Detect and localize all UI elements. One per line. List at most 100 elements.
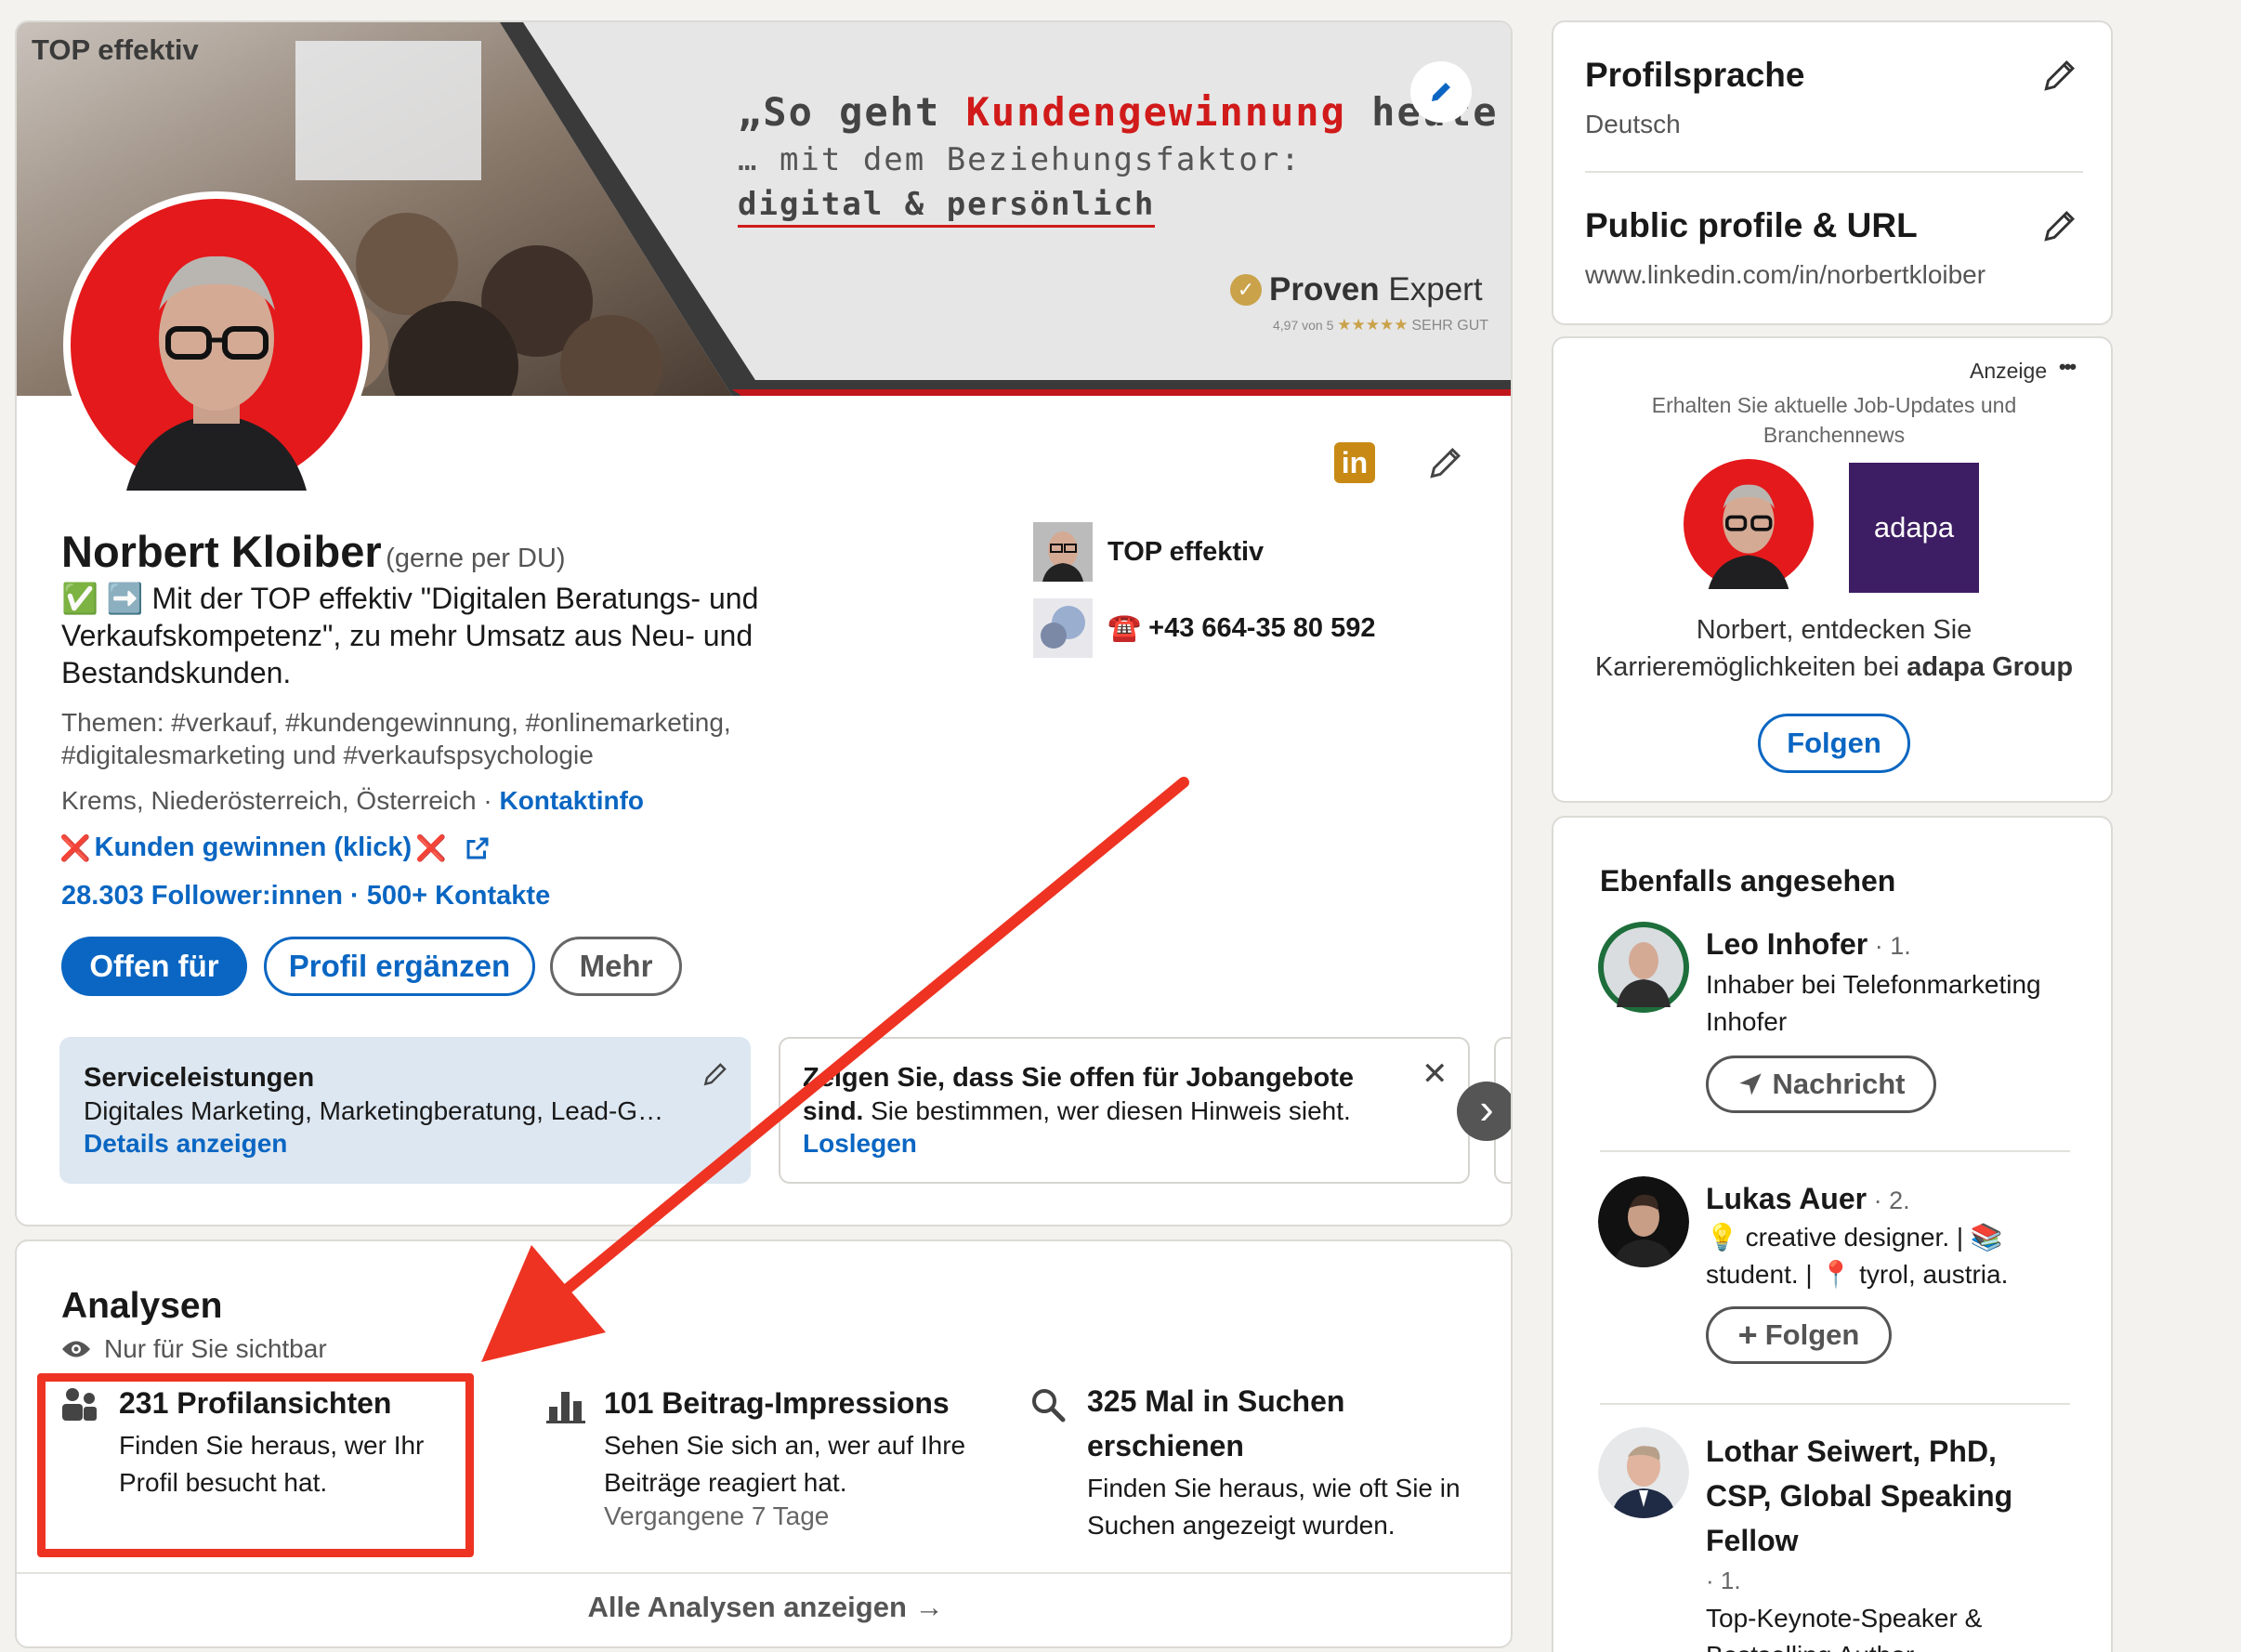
bar-chart-icon (546, 1392, 585, 1423)
rating-small: 4,97 von 5 (1273, 318, 1334, 333)
profile-avatar[interactable] (63, 191, 370, 498)
headline-text: Mit der TOP effektiv "Digitalen Beratung… (61, 582, 759, 689)
linkedin-badge-button[interactable]: in (1334, 442, 1375, 483)
edit-services-button[interactable] (697, 1055, 734, 1093)
profile-language-value: Deutsch (1585, 110, 1681, 138)
contact-info-link[interactable]: Kontaktinfo (499, 786, 644, 815)
connections-link[interactable]: · 500+ Kontakte (343, 881, 550, 911)
edit-language-button[interactable] (2037, 52, 2083, 98)
banner-quote-open: „So geht (738, 89, 966, 135)
ad-text: Norbert, entdecken Sie Karrieremöglichke… (1572, 611, 2096, 686)
banner-quote-highlight: Kundengewinnung (965, 89, 1346, 135)
jobs-start-link[interactable]: Loslegen (803, 1129, 917, 1159)
analytics-item-title: 101 Beitrag-Impressions (604, 1386, 950, 1420)
more-button[interactable]: Mehr (550, 937, 682, 996)
carousel-next-button[interactable]: › (1457, 1082, 1511, 1141)
proven-bold: Proven (1269, 271, 1380, 308)
followers-link[interactable]: 28.303 Follower:innen (61, 881, 343, 911)
follow-button-label: Folgen (1764, 1318, 1860, 1351)
annotation-highlight-box (37, 1373, 474, 1557)
message-button-label: Nachricht (1772, 1068, 1906, 1100)
complete-profile-button[interactable]: Profil ergänzen (264, 937, 535, 996)
avatar-photo (71, 199, 362, 491)
show-all-analytics-link[interactable]: Alle Analysen anzeigen → (17, 1591, 1511, 1624)
edit-banner-button[interactable] (1410, 61, 1472, 123)
ad-follow-button[interactable]: Folgen (1758, 714, 1910, 773)
profile-name-row: Norbert Kloiber (gerne per DU) (61, 526, 566, 577)
banner-quote: „So geht Kundengewinnung heute (738, 89, 1499, 135)
external-link-icon (466, 837, 489, 859)
person-name: Lukas Auer (1706, 1182, 1868, 1215)
pencil-icon (2044, 59, 2076, 91)
follow-button[interactable]: + Folgen (1706, 1306, 1892, 1364)
profile-headline: ✅ ➡️ Mit der TOP effektiv "Digitalen Ber… (61, 580, 805, 691)
chevron-right-icon: › (1479, 1084, 1494, 1133)
network-row: 28.303 Follower:innen · 500+ Kontakte (61, 881, 550, 911)
analytics-item-search[interactable]: 325 Mal in Suchen erschienen Finden Sie … (1029, 1384, 1494, 1554)
edit-profile-button[interactable] (1420, 437, 1472, 489)
edit-url-button[interactable] (2037, 203, 2083, 249)
pencil-icon (1430, 447, 1461, 479)
analytics-item-desc: Sehen Sie sich an, wer auf Ihre Beiträge… (604, 1431, 966, 1497)
profile-settings-card: Profilsprache Deutsch Public profile & U… (1552, 20, 2113, 325)
ad-user-avatar (1684, 459, 1814, 589)
send-icon (1738, 1073, 1762, 1095)
red-x-icon: ❌ (415, 833, 447, 862)
person-avatar[interactable] (1598, 1427, 1689, 1518)
ad-logo-text: adapa (1873, 511, 1955, 544)
ad-menu-icon[interactable]: ••• (2059, 355, 2077, 379)
person-avatar[interactable] (1598, 1176, 1689, 1267)
plus-icon: + (1737, 1316, 1758, 1354)
analytics-item-title: 325 Mal in Suchen erschienen (1087, 1384, 1345, 1462)
person-photo (1598, 1427, 1689, 1518)
pencil-icon (2044, 210, 2076, 242)
proven-light: Expert (1388, 271, 1483, 308)
person-avatar[interactable] (1598, 922, 1689, 1013)
linkedin-icon: in (1341, 445, 1369, 479)
custom-button-logo (1033, 598, 1093, 658)
phone-icon: ☎️ (1107, 613, 1142, 643)
visibility-text: Nur für Sie sichtbar (104, 1334, 327, 1363)
person-name[interactable]: Lothar Seiwert, PhD, CSP, Global Speakin… (1706, 1429, 2040, 1563)
website-link[interactable]: Kunden gewinnen (klick) (95, 833, 413, 863)
profile-card: TOP effektiv „So geht Kundengewinnung he… (15, 20, 1513, 1226)
person-desc: Inhaber bei Telefonmarketing Inhofer (1706, 970, 2041, 1036)
website-link-row[interactable]: ❌ Kunden gewinnen (klick) ❌ (59, 833, 491, 863)
red-x-icon: ❌ (59, 833, 91, 862)
services-box[interactable]: Serviceleistungen Digitales Marketing, M… (59, 1037, 751, 1184)
analytics-title: Analysen (61, 1286, 223, 1326)
person-degree: · 1. (1706, 1567, 1741, 1594)
analytics-item-impressions[interactable]: 101 Beitrag-Impressions Sehen Sie sich a… (546, 1386, 1011, 1544)
person-name-row[interactable]: Leo Inhofer · 1. (1706, 927, 1911, 962)
also-viewed-card: Ebenfalls angesehen Leo Inhofer · 1. Inh… (1552, 816, 2113, 1652)
person-photo (1598, 1176, 1689, 1267)
company-row[interactable]: TOP effektiv (1033, 522, 1264, 582)
ad-label: Anzeige (1970, 359, 2048, 383)
open-to-jobs-box[interactable]: Zeigen Sie, dass Sie offen für Jobangebo… (779, 1037, 1470, 1184)
company-logo (1033, 522, 1093, 582)
person-name-row[interactable]: Lukas Auer · 2. (1706, 1182, 1910, 1216)
phone-row[interactable]: ☎️ +43 664-35 80 592 (1033, 598, 1375, 658)
profile-name: Norbert Kloiber (61, 527, 382, 576)
proven-rating: 4,97 von 5 ★★★★★ SEHR GUT (1273, 316, 1488, 334)
ad-subtitle: Erhalten Sie aktuelle Job-Updates und Br… (1651, 393, 2017, 447)
check-badge-icon: ✓ (1230, 274, 1262, 306)
banner-line2: … mit dem Beziehungsfaktor: (738, 141, 1302, 178)
banner-line3: digital & persönlich (738, 186, 1156, 228)
proven-expert-name: Proven Expert (1269, 271, 1483, 308)
ad-card: Anzeige ••• Erhalten Sie aktuelle Job-Up… (1552, 336, 2113, 803)
services-details-link[interactable]: Details anzeigen (84, 1129, 287, 1159)
person-desc: 💡 creative designer. | 📚 student. | 📍 ty… (1706, 1223, 2009, 1289)
message-button[interactable]: Nachricht (1706, 1055, 1936, 1113)
public-url-title: Public profile & URL (1585, 206, 1918, 244)
open-to-button[interactable]: Offen für (61, 937, 247, 996)
banner-company-tag: TOP effektiv (32, 33, 199, 66)
profile-topics: Themen: #verkauf, #kundengewinnung, #onl… (61, 708, 731, 769)
phone-number: ☎️ +43 664-35 80 592 (1107, 612, 1375, 644)
pencil-icon (703, 1063, 727, 1086)
close-icon[interactable]: ✕ (1422, 1055, 1448, 1093)
rating-stars: ★★★★★ (1337, 316, 1409, 334)
rating-label: SEHR GUT (1411, 318, 1489, 334)
person-name: Leo Inhofer (1706, 927, 1868, 961)
company-name: TOP effektiv (1107, 536, 1265, 567)
